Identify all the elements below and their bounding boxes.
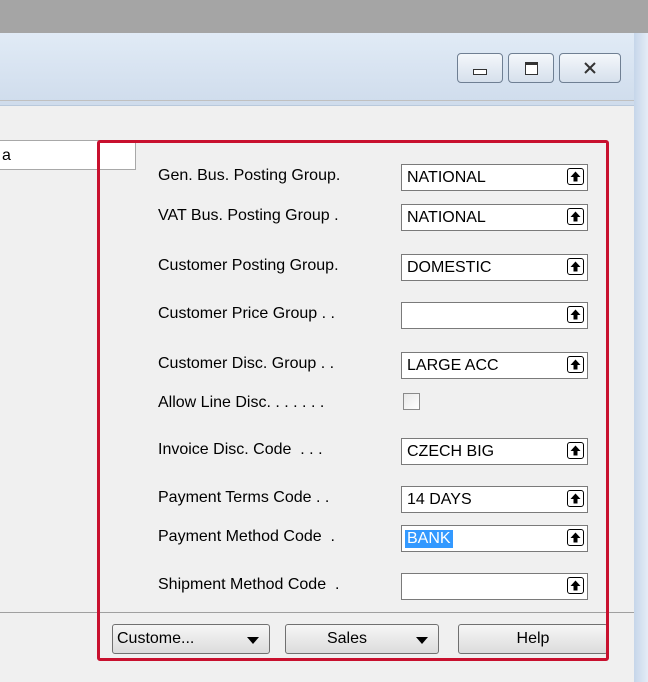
maximize-button[interactable] (508, 53, 554, 83)
desktop-background (0, 0, 648, 33)
left-field-value: a (2, 147, 11, 164)
close-icon (584, 62, 596, 74)
tab-separator (0, 100, 634, 101)
maximize-icon (524, 61, 538, 75)
minimize-icon (473, 69, 487, 75)
close-button[interactable] (559, 53, 621, 83)
minimize-button[interactable] (457, 53, 503, 83)
window-frame (634, 33, 648, 682)
title-bar (0, 33, 634, 106)
highlight-box (97, 140, 609, 661)
